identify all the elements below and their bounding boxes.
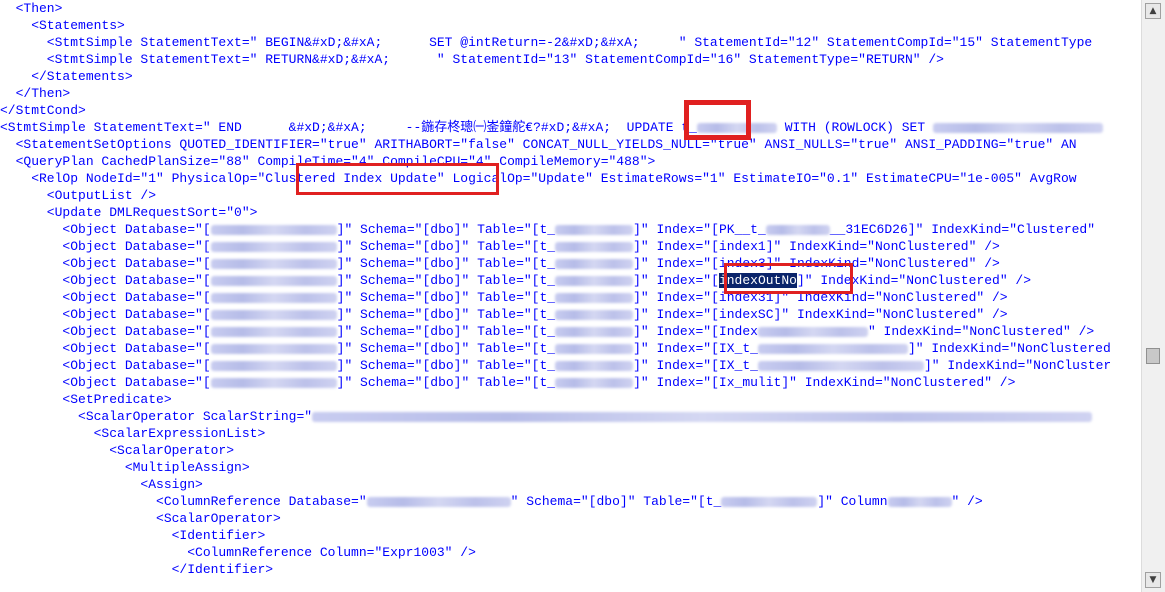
xml-line-columnref: <ColumnReference Database=" " Schema="[db…: [0, 494, 983, 509]
redacted-text: [555, 224, 634, 235]
redacted-text: [210, 275, 337, 286]
xml-line-object: <Object Database="[]" Schema="[dbo]" Tab…: [0, 239, 1000, 254]
xml-line: </StmtCond>: [0, 103, 86, 118]
redacted-text: [757, 360, 924, 371]
redacted-text: [887, 496, 952, 507]
redacted-text: [312, 411, 1093, 422]
redacted-text: [210, 377, 337, 388]
xml-viewer[interactable]: <Then> <Statements> <StmtSimple Statemen…: [0, 0, 1141, 592]
redacted-text: [210, 360, 337, 371]
redacted-text: [210, 292, 337, 303]
xml-line: <ColumnReference Column="Expr1003" />: [0, 545, 476, 560]
redacted-text: [555, 343, 634, 354]
xml-line-object: <Object Database="[]" Schema="[dbo]" Tab…: [0, 358, 1112, 373]
xml-line-object: <Object Database="[]" Schema="[dbo]" Tab…: [0, 222, 1096, 237]
redacted-text: [210, 309, 337, 320]
redacted-text: [555, 377, 634, 388]
xml-line: <ScalarOperator>: [0, 443, 235, 458]
redacted-text: [765, 224, 830, 235]
redacted-text: [757, 343, 908, 354]
redacted-text: [210, 241, 337, 252]
xml-line: </Identifier>: [0, 562, 274, 577]
xml-line: <StmtSimple StatementText=" BEGIN&#xD;&#…: [0, 35, 1093, 50]
xml-line-object: <Object Database="[]" Schema="[dbo]" Tab…: [0, 324, 1095, 339]
redacted-text: [366, 496, 511, 507]
xml-line: <OutputList />: [0, 188, 157, 203]
xml-line: <StatementSetOptions QUOTED_IDENTIFIER="…: [0, 137, 1077, 152]
redacted-text: [210, 258, 337, 269]
redacted-text: [210, 326, 337, 337]
xml-line: <ScalarOperator>: [0, 511, 281, 526]
xml-line-object: <Object Database="[]" Schema="[dbo]" Tab…: [0, 375, 1016, 390]
redacted-text: [555, 275, 634, 286]
xml-line-object: <Object Database="[]" Schema="[dbo]" Tab…: [0, 290, 1008, 305]
annotation-box-physical-op: [296, 163, 499, 195]
redacted-text: [721, 496, 818, 507]
redacted-text: [555, 309, 634, 320]
redacted-text: [555, 326, 634, 337]
xml-line-object: <Object Database="[]" Schema="[dbo]" Tab…: [0, 307, 1008, 322]
xml-line: </Statements>: [0, 69, 133, 84]
vertical-scrollbar[interactable]: ▲ ▼: [1141, 0, 1165, 592]
annotation-box-index-outno: [724, 263, 853, 294]
xml-line: <Assign>: [0, 477, 203, 492]
xml-line-update-statement: <StmtSimple StatementText=" END &#xD;&#x…: [0, 119, 1103, 136]
xml-line: <Then>: [0, 1, 63, 16]
redacted-text: [555, 360, 634, 371]
xml-line: <Update DMLRequestSort="0">: [0, 205, 258, 220]
xml-line: <MultipleAssign>: [0, 460, 250, 475]
xml-line-object: <Object Database="[]" Schema="[dbo]" Tab…: [0, 273, 1032, 288]
redacted-text: [210, 224, 337, 235]
xml-line-relop: <RelOp NodeId="1" PhysicalOp="Clustered …: [0, 171, 1077, 186]
redacted-text: [757, 326, 868, 337]
xml-line: <ScalarExpressionList>: [0, 426, 266, 441]
scroll-up-button[interactable]: ▲: [1145, 3, 1161, 19]
xml-line: <StmtSimple StatementText=" RETURN&#xD;&…: [0, 52, 944, 67]
scrollbar-thumb[interactable]: [1146, 348, 1160, 364]
xml-line: <SetPredicate>: [0, 392, 172, 407]
xml-line: <Identifier>: [0, 528, 266, 543]
xml-line: </Then>: [0, 86, 71, 101]
redacted-text: [210, 343, 337, 354]
redacted-text: [932, 122, 1103, 133]
scroll-down-button[interactable]: ▼: [1145, 572, 1161, 588]
annotation-box-update: [684, 100, 751, 140]
xml-line-object: <Object Database="[]" Schema="[dbo]" Tab…: [0, 341, 1111, 356]
redacted-text: [555, 258, 634, 269]
xml-line: <Statements>: [0, 18, 125, 33]
redacted-text: [555, 292, 634, 303]
xml-line: <ScalarOperator ScalarString=": [0, 408, 1093, 425]
redacted-text: [555, 241, 634, 252]
